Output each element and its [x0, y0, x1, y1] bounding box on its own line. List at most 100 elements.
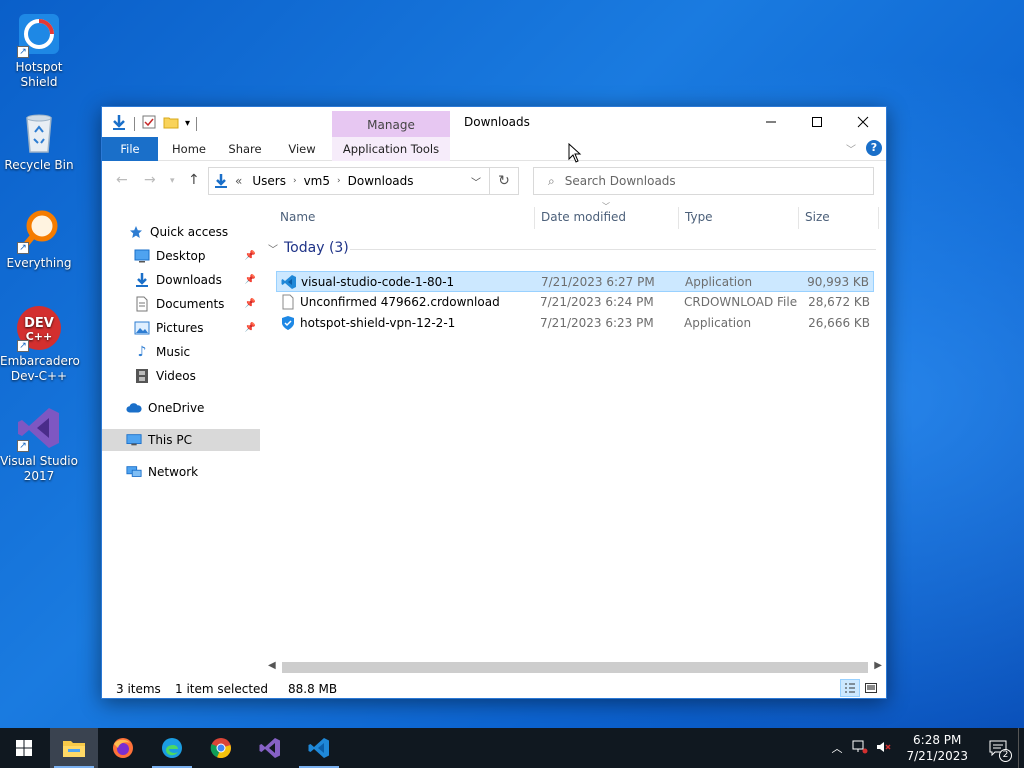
file-date: 7/21/2023 6:27 PM [541, 275, 655, 289]
nav-item-music[interactable]: ♪ Music [102, 341, 260, 363]
column-header-size[interactable]: Size [805, 203, 830, 231]
nav-item-onedrive[interactable]: OneDrive [102, 397, 260, 419]
tab-home[interactable]: Home [164, 137, 214, 161]
nav-item-videos[interactable]: Videos [102, 365, 260, 387]
group-label: Today (3) [284, 240, 349, 256]
show-desktop-button[interactable] [1018, 728, 1024, 768]
taskbar-chrome[interactable] [197, 728, 245, 768]
taskbar-edge[interactable] [148, 728, 196, 768]
column-header-type[interactable]: Type [685, 203, 713, 231]
nav-item-pictures[interactable]: Pictures 📌 [102, 317, 260, 339]
help-icon[interactable]: ? [866, 140, 882, 156]
recent-locations-icon[interactable]: ▾ [170, 176, 175, 186]
taskbar-visual-studio[interactable] [246, 728, 294, 768]
desktop-icon-dev-cpp[interactable]: DEV C++ ↗ Embarcadero Dev-C++ [0, 304, 80, 384]
desktop-icon-everything[interactable]: ↗ Everything [0, 206, 78, 271]
nav-item-downloads[interactable]: Downloads 📌 [102, 269, 260, 291]
desktop-icon-visual-studio[interactable]: ↗ Visual Studio 2017 [0, 404, 78, 484]
taskbar-firefox[interactable] [99, 728, 147, 768]
horizontal-scrollbar[interactable]: ◀ ▶ [266, 659, 886, 676]
new-folder-icon[interactable] [163, 114, 179, 133]
breadcrumb-chevron-icon[interactable]: › [337, 176, 341, 186]
nav-label: Music [156, 345, 191, 359]
refresh-button[interactable]: ↻ [490, 167, 519, 195]
column-header-name[interactable]: Name [280, 203, 315, 231]
table-row[interactable]: hotspot-shield-vpn-12-2-1 7/21/2023 6:23… [276, 313, 874, 334]
manage-contextual-tab[interactable]: Manage [332, 111, 450, 137]
breadcrumb-vm5[interactable]: vm5 [304, 174, 330, 188]
file-name: visual-studio-code-1-80-1 [301, 275, 455, 289]
group-header-today[interactable]: ﹀ Today (3) [268, 239, 349, 257]
volume-muted-icon[interactable] [876, 740, 892, 757]
column-divider[interactable] [534, 207, 535, 229]
item-count: 3 items [116, 682, 161, 696]
desktop-icon-recycle-bin[interactable]: Recycle Bin [0, 108, 78, 173]
documents-folder-icon [134, 296, 150, 312]
breadcrumb-users[interactable]: Users [252, 174, 286, 188]
maximize-button[interactable] [794, 107, 840, 137]
close-icon [857, 116, 869, 128]
large-icons-view-button[interactable] [862, 679, 880, 697]
start-button[interactable] [0, 728, 48, 768]
hotspot-shield-icon [280, 315, 296, 334]
shortcut-arrow-icon: ↗ [17, 340, 29, 352]
pin-icon[interactable]: 📌 [245, 275, 256, 285]
scrollbar-thumb[interactable] [282, 662, 868, 673]
properties-icon[interactable] [141, 114, 157, 133]
collapse-chevron-icon[interactable]: ﹀ [268, 241, 278, 256]
table-row[interactable]: Unconfirmed 479662.crdownload 7/21/2023 … [276, 292, 874, 313]
desktop-icon-label: Hotspot Shield [15, 60, 63, 89]
column-header-date-modified[interactable]: Date modified [541, 203, 626, 231]
address-bar[interactable]: « Users › vm5 › Downloads ﹀ [208, 167, 490, 195]
desktop-icon-label: Everything [6, 256, 72, 270]
breadcrumb-overflow[interactable]: « [235, 174, 242, 188]
nav-item-desktop[interactable]: Desktop 📌 [102, 245, 260, 267]
search-box[interactable]: ⌕ Search Downloads [533, 167, 874, 195]
network-status-icon[interactable] [852, 740, 868, 757]
taskbar-file-explorer[interactable] [50, 728, 98, 768]
taskbar-clock[interactable]: 6:28 PM 7/21/2023 [906, 732, 968, 764]
nav-item-this-pc[interactable]: This PC [102, 429, 260, 451]
nav-item-documents[interactable]: Documents 📌 [102, 293, 260, 315]
tab-file[interactable]: File [102, 137, 158, 161]
customize-toolbar-icon[interactable]: ▾ [185, 118, 190, 129]
file-type: Application [685, 275, 753, 289]
back-arrow-icon[interactable]: ← [116, 172, 128, 188]
action-center-button[interactable]: 2 [978, 728, 1018, 768]
forward-arrow-icon[interactable]: → [144, 172, 156, 188]
column-divider[interactable] [798, 207, 799, 229]
tab-application-tools[interactable]: Application Tools [332, 137, 450, 161]
nav-item-network[interactable]: Network [102, 461, 260, 483]
desktop-icon-hotspot-shield[interactable]: ↗ Hotspot Shield [0, 10, 78, 90]
nav-item-quick-access[interactable]: Quick access [102, 221, 260, 243]
nav-label: Documents [156, 297, 225, 311]
file-type: Application [684, 316, 752, 330]
file-size: 26,666 KB [808, 316, 870, 330]
table-row[interactable]: visual-studio-code-1-80-1 7/21/2023 6:27… [276, 271, 874, 292]
taskbar-vscode[interactable] [295, 728, 343, 768]
scroll-right-icon[interactable]: ▶ [874, 660, 882, 671]
tab-view[interactable]: View [276, 137, 328, 161]
details-view-button[interactable] [840, 679, 860, 697]
breadcrumb-downloads[interactable]: Downloads [348, 174, 414, 188]
pin-icon[interactable]: 📌 [245, 251, 256, 261]
navigation-pane: Quick access Desktop 📌 Downloads 📌 Docum… [102, 215, 260, 665]
breadcrumb-chevron-icon[interactable]: › [293, 176, 297, 186]
windows-logo-icon [16, 740, 32, 756]
nav-label: Pictures [156, 321, 204, 335]
cloud-icon [126, 400, 142, 416]
show-hidden-icons-chevron-icon[interactable]: ︿ [831, 740, 842, 756]
close-button[interactable] [840, 107, 886, 137]
column-divider[interactable] [678, 207, 679, 229]
minimize-button[interactable] [748, 107, 794, 137]
address-dropdown-icon[interactable]: ﹀ [471, 174, 481, 189]
tab-share[interactable]: Share [220, 137, 270, 161]
pin-icon[interactable]: 📌 [245, 299, 256, 309]
up-arrow-icon[interactable]: ↑ [188, 172, 200, 188]
recycle-bin-icon [15, 108, 63, 156]
column-divider[interactable] [878, 207, 879, 229]
pin-icon[interactable]: 📌 [245, 323, 256, 333]
expand-ribbon-icon[interactable]: ﹀ [846, 141, 856, 156]
scroll-left-icon[interactable]: ◀ [268, 660, 276, 671]
window-controls [748, 107, 886, 137]
